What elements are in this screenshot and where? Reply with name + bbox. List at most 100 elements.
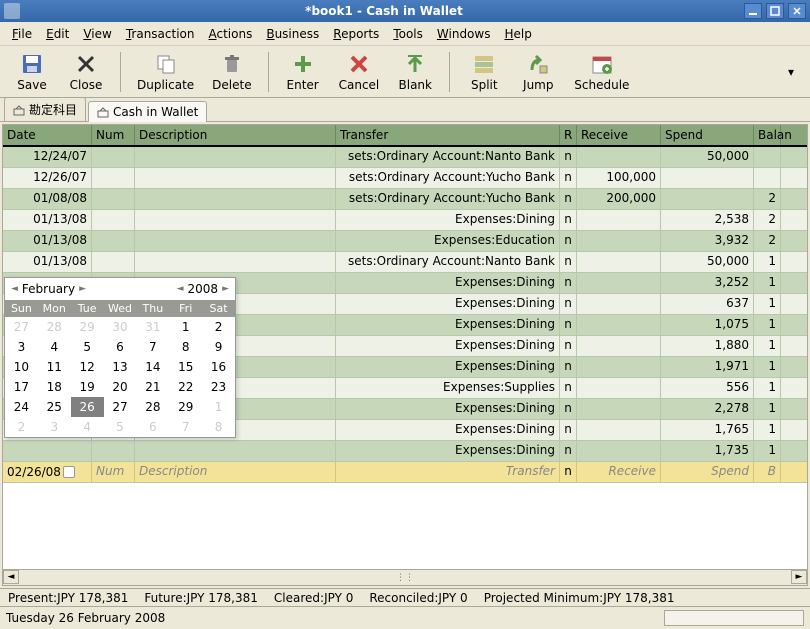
menu-edit[interactable]: Edit: [40, 25, 75, 43]
cell-description[interactable]: [135, 252, 336, 272]
cell-spend[interactable]: 637: [661, 294, 754, 314]
day-cell[interactable]: 26: [71, 397, 104, 417]
cell-transfer[interactable]: Expenses:Supplies: [336, 378, 560, 398]
cell-spend[interactable]: 3,932: [661, 231, 754, 251]
menu-transaction[interactable]: Transaction: [120, 25, 201, 43]
cell-balance[interactable]: 1: [754, 273, 781, 293]
cell-balance[interactable]: 2: [754, 210, 781, 230]
maximize-button[interactable]: [766, 3, 784, 19]
cell-reconcile[interactable]: n: [560, 399, 577, 419]
day-cell[interactable]: 8: [169, 337, 202, 357]
year-selector[interactable]: ◄ 2008 ►: [177, 282, 229, 296]
day-cell[interactable]: 2: [5, 417, 38, 437]
day-cell[interactable]: 1: [202, 397, 235, 417]
day-cell[interactable]: 22: [169, 377, 202, 397]
day-cell[interactable]: 29: [169, 397, 202, 417]
cell-spend[interactable]: 1,765: [661, 420, 754, 440]
ledger-row[interactable]: 12/26/07sets:Ordinary Account:Yucho Bank…: [3, 168, 807, 189]
entry-description[interactable]: Description: [135, 462, 336, 482]
day-cell[interactable]: 31: [136, 317, 169, 337]
day-cell[interactable]: 20: [104, 377, 137, 397]
cell-receive[interactable]: 100,000: [577, 168, 661, 188]
cell-date[interactable]: 01/08/08: [3, 189, 92, 209]
day-cell[interactable]: 8: [202, 417, 235, 437]
cell-spend[interactable]: [661, 168, 754, 188]
cell-reconcile[interactable]: n: [560, 378, 577, 398]
cell-transfer[interactable]: Expenses:Education: [336, 231, 560, 251]
cell-reconcile[interactable]: n: [560, 294, 577, 314]
cell-receive[interactable]: [577, 210, 661, 230]
cell-num[interactable]: [92, 189, 135, 209]
entry-transfer[interactable]: Transfer: [336, 462, 560, 482]
menu-tools[interactable]: Tools: [387, 25, 429, 43]
cell-spend[interactable]: 1,735: [661, 441, 754, 461]
cell-balance[interactable]: 1: [754, 315, 781, 335]
menu-file[interactable]: File: [6, 25, 38, 43]
cell-receive[interactable]: [577, 357, 661, 377]
scroll-left-button[interactable]: ◄: [3, 570, 19, 584]
minimize-button[interactable]: [744, 3, 762, 19]
delete-button[interactable]: Delete: [206, 50, 257, 94]
save-button[interactable]: Save: [8, 50, 56, 94]
cell-transfer[interactable]: Expenses:Dining: [336, 294, 560, 314]
cell-receive[interactable]: [577, 441, 661, 461]
cell-reconcile[interactable]: n: [560, 147, 577, 167]
day-cell[interactable]: 9: [202, 337, 235, 357]
day-cell[interactable]: 18: [38, 377, 71, 397]
cell-receive[interactable]: [577, 378, 661, 398]
cell-num[interactable]: [92, 441, 135, 461]
day-cell[interactable]: 4: [38, 337, 71, 357]
day-cell[interactable]: 5: [71, 337, 104, 357]
prev-year-icon[interactable]: ◄: [177, 284, 184, 294]
month-selector[interactable]: ◄ February ►: [11, 282, 86, 296]
day-cell[interactable]: 28: [38, 317, 71, 337]
cell-balance[interactable]: 2: [754, 189, 781, 209]
cell-spend[interactable]: 1,075: [661, 315, 754, 335]
scroll-right-button[interactable]: ►: [791, 570, 807, 584]
cell-reconcile[interactable]: n: [560, 273, 577, 293]
day-cell[interactable]: 2: [202, 317, 235, 337]
cell-balance[interactable]: 1: [754, 294, 781, 314]
prev-month-icon[interactable]: ◄: [11, 284, 18, 294]
day-cell[interactable]: 10: [5, 357, 38, 377]
day-cell[interactable]: 7: [169, 417, 202, 437]
ledger-row[interactable]: 01/13/08Expenses:Educationn3,9322: [3, 231, 807, 252]
cell-reconcile[interactable]: n: [560, 252, 577, 272]
tab-勘定科目[interactable]: 勘定科目: [4, 97, 86, 121]
cell-reconcile[interactable]: n: [560, 210, 577, 230]
cell-description[interactable]: [135, 147, 336, 167]
date-picker-toggle[interactable]: [63, 466, 75, 478]
toolbar-overflow[interactable]: ▾: [780, 57, 802, 87]
cell-transfer[interactable]: Expenses:Dining: [336, 336, 560, 356]
cell-spend[interactable]: 3,252: [661, 273, 754, 293]
cell-receive[interactable]: 200,000: [577, 189, 661, 209]
cell-description[interactable]: [135, 441, 336, 461]
cell-reconcile[interactable]: n: [560, 336, 577, 356]
cell-description[interactable]: [135, 189, 336, 209]
day-cell[interactable]: 11: [38, 357, 71, 377]
cell-reconcile[interactable]: n: [560, 441, 577, 461]
ledger-row[interactable]: 12/24/07 sets:Ordinary Account:Nanto Bank…: [3, 147, 807, 168]
cell-receive[interactable]: [577, 147, 661, 167]
cell-balance[interactable]: 1: [754, 399, 781, 419]
day-cell[interactable]: 3: [5, 337, 38, 357]
cell-date[interactable]: [3, 441, 92, 461]
day-cell[interactable]: 4: [71, 417, 104, 437]
cell-transfer[interactable]: sets:Ordinary Account:Nanto Bank: [336, 147, 560, 167]
schedule-button[interactable]: Schedule: [568, 50, 635, 94]
cell-spend[interactable]: 50,000: [661, 252, 754, 272]
cell-reconcile[interactable]: n: [560, 189, 577, 209]
cell-transfer[interactable]: Expenses:Dining: [336, 210, 560, 230]
cell-spend[interactable]: 2,538: [661, 210, 754, 230]
day-cell[interactable]: 16: [202, 357, 235, 377]
cell-transfer[interactable]: sets:Ordinary Account:Yucho Bank: [336, 168, 560, 188]
cell-transfer[interactable]: Expenses:Dining: [336, 441, 560, 461]
close-button[interactable]: Close: [62, 50, 110, 94]
cell-balance[interactable]: 1: [754, 357, 781, 377]
column-spend[interactable]: Spend: [661, 125, 754, 145]
day-cell[interactable]: 3: [38, 417, 71, 437]
menu-view[interactable]: View: [77, 25, 117, 43]
cell-date[interactable]: 12/24/07: [3, 147, 92, 167]
entry-date[interactable]: 02/26/08: [3, 462, 92, 482]
cell-description[interactable]: [135, 210, 336, 230]
